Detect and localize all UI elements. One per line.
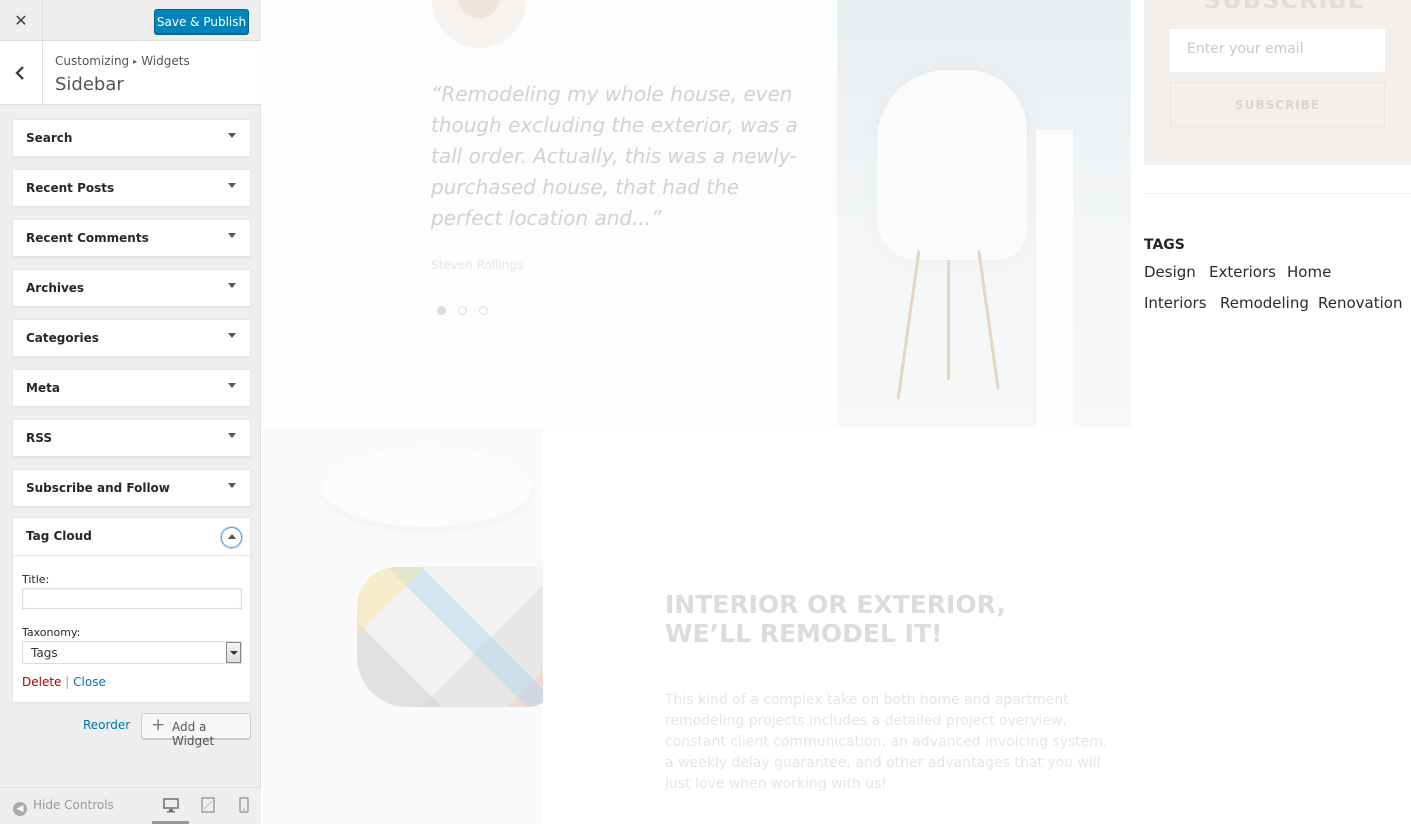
chair-seat-shape (877, 70, 1027, 260)
widget-actions: Delete | Close (22, 675, 106, 689)
back-arrow-icon[interactable] (0, 41, 43, 105)
preview-sidebar: SUBSCRIBE Enter your email SUBSCRIBE TAG… (1131, 0, 1411, 427)
breadcrumb: Customizing ▸ Widgets (55, 54, 190, 68)
expand-arrow-icon[interactable] (228, 433, 236, 438)
testimonial-avatar (432, 0, 526, 48)
subscribe-widget: SUBSCRIBE Enter your email SUBSCRIBE (1144, 0, 1411, 165)
widget-title[interactable]: Tag Cloud (26, 529, 92, 543)
title-field[interactable] (22, 588, 242, 609)
subscribe-title: SUBSCRIBE (1204, 0, 1366, 14)
expand-arrow-icon[interactable] (228, 383, 236, 388)
expand-arrow-icon[interactable] (228, 283, 236, 288)
widget-subscribe-follow[interactable]: Subscribe and Follow (12, 469, 251, 507)
tag-link[interactable]: Design (1144, 263, 1196, 281)
hide-controls-button[interactable]: ◀ Hide Controls (13, 798, 114, 816)
expand-arrow-icon[interactable] (228, 183, 236, 188)
feature-headline-line: WE’LL REMODEL IT! (665, 619, 943, 648)
plus-icon: + (151, 715, 166, 735)
chevron-down-icon[interactable] (226, 642, 241, 663)
panel-title: Sidebar (55, 74, 124, 95)
desktop-preview-icon[interactable] (163, 797, 179, 813)
slider-dot[interactable] (458, 306, 467, 315)
feature-headline-line: INTERIOR OR EXTERIOR, (665, 590, 1006, 619)
chair-photo (837, 0, 1131, 427)
chair-leg-shape (896, 250, 921, 400)
tablet-preview-icon[interactable] (200, 797, 216, 813)
widget-title: Search (26, 131, 73, 145)
widget-categories[interactable]: Categories (12, 319, 251, 357)
delete-link[interactable]: Delete (22, 675, 61, 689)
widget-rss[interactable]: RSS (12, 419, 251, 457)
widget-title: Archives (26, 281, 85, 295)
widget-search[interactable]: Search (12, 119, 251, 157)
chair-leg-shape (947, 260, 950, 380)
taxonomy-select[interactable]: Tags (22, 641, 242, 664)
divider (1144, 193, 1411, 194)
collapse-arrow-icon[interactable] (221, 527, 242, 548)
feature-body: This kind of a complex take on both home… (665, 692, 1108, 792)
feature-headline: INTERIOR OR EXTERIOR, WE’LL REMODEL IT! (665, 590, 1006, 648)
widget-title: Recent Posts (26, 181, 115, 195)
add-widget-button[interactable]: + Add a Widget (141, 713, 251, 748)
save-publish-button[interactable]: Save & Publish (154, 9, 249, 34)
close-icon[interactable]: ✕ (0, 0, 43, 41)
widget-divider (13, 555, 250, 556)
email-field[interactable]: Enter your email (1170, 29, 1385, 72)
site-preview: “Remodeling my whole house, even though … (262, 0, 1411, 824)
mobile-preview-icon[interactable] (236, 797, 252, 813)
widget-recent-comments[interactable]: Recent Comments (12, 219, 251, 257)
testimonial-author: Steven Rollings (431, 258, 524, 272)
tag-link[interactable]: Remodeling (1220, 294, 1309, 312)
add-widget-label: Add a Widget (172, 720, 215, 748)
expand-arrow-icon[interactable] (228, 483, 236, 488)
pillow-shape (357, 567, 543, 707)
tag-link[interactable]: Interiors (1144, 294, 1207, 312)
chair-leg-shape (977, 250, 1000, 390)
tag-link[interactable]: Home (1287, 263, 1331, 281)
actions-separator: | (65, 675, 70, 689)
customizer-footer: ◀ Hide Controls (0, 787, 261, 824)
reorder-link[interactable]: Reorder (83, 718, 130, 732)
taxonomy-selected-value: Tags (31, 646, 58, 660)
close-link[interactable]: Close (73, 675, 106, 689)
pillow-photo (262, 427, 543, 824)
customizer-sidebar: ✕ Save & Publish Customizing ▸ Widgets Sid… (0, 0, 261, 824)
expand-arrow-icon[interactable] (228, 233, 236, 238)
breadcrumb-root: Customizing (55, 54, 130, 68)
panel-header: Customizing ▸ Widgets Sidebar (0, 41, 261, 105)
collapse-circle-icon: ◀ (13, 802, 27, 816)
tag-link[interactable]: Renovation (1318, 294, 1402, 312)
expand-arrow-icon[interactable] (228, 133, 236, 138)
testimonial-section: “Remodeling my whole house, even though … (262, 0, 837, 427)
expand-arrow-icon[interactable] (228, 333, 236, 338)
slider-dot[interactable] (437, 306, 446, 315)
subscribe-button[interactable]: SUBSCRIBE (1170, 82, 1385, 127)
widget-archives[interactable]: Archives (12, 269, 251, 307)
title-label: Title: (22, 573, 50, 586)
breadcrumb-current: Widgets (141, 54, 190, 68)
tags-title: TAGS (1144, 237, 1185, 253)
slider-dot[interactable] (479, 306, 488, 315)
widget-title: Recent Comments (26, 231, 149, 245)
widget-title: Meta (26, 381, 60, 395)
stool-shape (322, 447, 532, 527)
widget-title: RSS (26, 431, 52, 445)
hide-controls-label: Hide Controls (33, 798, 114, 812)
breadcrumb-separator-icon: ▸ (133, 57, 138, 66)
widget-tag-cloud: Tag Cloud Title: Taxonomy: Tags Delete |… (12, 517, 251, 703)
taxonomy-label: Taxonomy: (22, 626, 81, 639)
widget-title: Subscribe and Follow (26, 481, 170, 495)
table-leg-shape (1035, 130, 1073, 427)
testimonial-quote: “Remodeling my whole house, even though … (431, 82, 798, 230)
widget-recent-posts[interactable]: Recent Posts (12, 169, 251, 207)
widget-meta[interactable]: Meta (12, 369, 251, 407)
widget-title: Categories (26, 331, 99, 345)
customizer-header: ✕ Save & Publish (0, 0, 261, 41)
tag-link[interactable]: Exteriors (1209, 263, 1276, 281)
